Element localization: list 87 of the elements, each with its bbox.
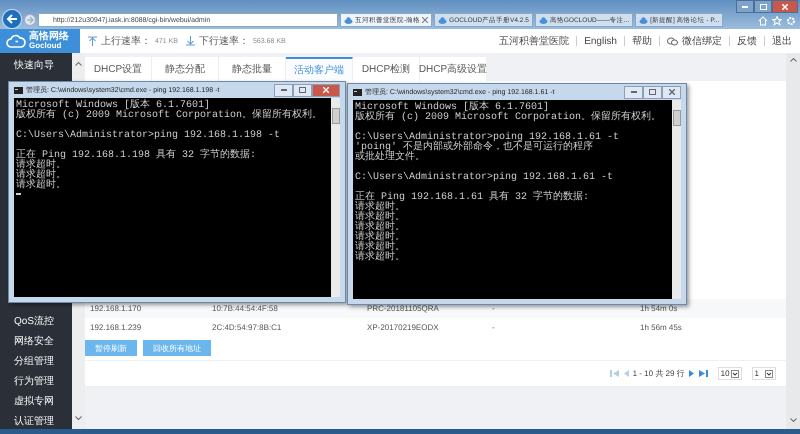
table-cell-text: XP-20170219EODX — [366, 323, 440, 332]
tab[interactable]: 静态分配 — [152, 57, 219, 81]
sidebar-item[interactable]: 分组管理 — [14, 357, 72, 367]
sidebar-item[interactable]: 行为管理 — [14, 377, 72, 387]
close-icon — [668, 89, 674, 95]
page-select[interactable]: 1 — [752, 367, 776, 380]
table-cell-text: 1h 56m 45s — [639, 323, 683, 332]
console-scrollbar[interactable] — [672, 100, 681, 299]
table-cell-text: - — [491, 304, 496, 313]
chat-bubble-icon — [667, 36, 678, 46]
download-arrow-icon — [186, 36, 195, 46]
table-cell-text: 10:7B:44:54:4F:58 — [211, 304, 279, 313]
last-page-icon[interactable] — [698, 369, 708, 378]
star-icon[interactable] — [772, 16, 782, 26]
header-link[interactable]: 反馈 — [737, 34, 757, 48]
sidebar-item[interactable]: 虚拟专网 — [14, 397, 72, 407]
speed-label: 下行速率： — [198, 34, 249, 48]
minimize-icon — [630, 91, 636, 93]
table-cell-text: - — [491, 323, 496, 332]
sidebar-item[interactable]: QoS流控 — [14, 317, 72, 327]
close-button[interactable] — [312, 84, 340, 96]
console-line: 版权所有 (c) 2009 Microsoft Corporation。保留所有权利。 — [355, 113, 662, 123]
page-summary: 1 - 10 共 29 行 — [632, 368, 685, 379]
header-link[interactable]: 帮助 — [632, 34, 652, 48]
chevron-down-icon[interactable] — [790, 418, 796, 423]
speed-label: 上行速率： — [101, 34, 151, 48]
header-link[interactable]: English — [584, 36, 617, 46]
console-icon — [14, 86, 23, 94]
settings-icon[interactable] — [786, 16, 796, 26]
page-size-select[interactable]: 10 — [718, 367, 742, 380]
close-button[interactable] — [662, 86, 681, 98]
chevron-up-icon[interactable] — [790, 57, 796, 62]
home-icon[interactable] — [758, 16, 768, 26]
upload-arrow-icon — [88, 36, 97, 46]
sidebar-item[interactable]: 网络安全 — [14, 337, 72, 347]
minimize-icon — [280, 89, 286, 91]
page-scrollbar[interactable] — [786, 53, 800, 429]
maximize-icon — [760, 4, 766, 10]
table-cell-text: 192.168.1.239 — [89, 323, 142, 332]
close-button[interactable] — [772, 0, 798, 13]
console-icon — [353, 88, 362, 96]
table-cell-text: 192.168.1.170 — [89, 304, 142, 313]
cloud-icon — [639, 16, 648, 24]
console-line: C:\Users\Administrator>ping 192.168.1.198 -t — [16, 131, 282, 141]
back-button[interactable] — [2, 9, 22, 29]
tab[interactable]: DHCP高级设置 — [420, 57, 487, 81]
close-icon[interactable] — [422, 17, 428, 23]
tab[interactable]: DHCP设置 — [85, 57, 152, 81]
dropdown-arrow-icon — [765, 370, 773, 378]
table-cell-text: PRC-20181105QRA — [366, 304, 440, 313]
next-page-icon[interactable] — [688, 369, 695, 378]
sidebar-item[interactable]: 快速向导 — [14, 61, 72, 71]
maximize-button[interactable] — [643, 86, 662, 98]
console-scrollbar[interactable] — [331, 98, 340, 297]
maximize-icon — [649, 89, 656, 95]
sidebar-item[interactable]: 认证管理 — [14, 417, 72, 427]
header-link[interactable]: 退出 — [772, 34, 792, 48]
maximize-icon — [299, 87, 306, 93]
forward-arrow-icon — [26, 16, 34, 24]
close-icon — [782, 4, 788, 10]
chevron-down-icon[interactable] — [75, 416, 82, 421]
cloud-icon — [538, 16, 548, 24]
minimize-button[interactable] — [624, 86, 643, 98]
cloud-icon — [438, 16, 448, 24]
logo: 高恪网络 Gocloud — [0, 29, 80, 53]
close-icon — [323, 87, 329, 93]
chevron-up-icon[interactable] — [75, 61, 82, 66]
header-link[interactable]: 微信绑定 — [682, 34, 722, 48]
header-link[interactable]: 五河积善堂医院 — [499, 34, 570, 48]
table-cell-text: 2C:4D:54:97:8B:C1 — [211, 323, 282, 332]
maximize-button[interactable] — [754, 0, 772, 13]
table-cell-text: 1h 54m 0s — [639, 304, 678, 313]
console-line: 或批处理文件。 — [355, 153, 426, 163]
back-arrow-icon — [6, 13, 18, 25]
cloud-logo-icon — [6, 34, 26, 48]
console-line: C:\Users\Administrator>ping 192.168.1.61 -t — [355, 173, 614, 183]
tab[interactable]: DHCP检测 — [353, 57, 420, 81]
minimize-icon — [742, 6, 748, 8]
console-line: 请求超时。 — [355, 253, 406, 263]
cloud-icon — [344, 16, 353, 24]
minimize-button[interactable] — [736, 0, 754, 13]
console-line: 请求超时。 — [16, 181, 67, 191]
maximize-button[interactable] — [293, 84, 312, 96]
minimize-button[interactable] — [274, 84, 293, 96]
tab[interactable]: 静态批量 — [219, 57, 286, 81]
console-line: 版权所有 (c) 2009 Microsoft Corporation。保留所有权利。 — [16, 111, 324, 121]
dropdown-arrow-icon — [730, 370, 739, 378]
